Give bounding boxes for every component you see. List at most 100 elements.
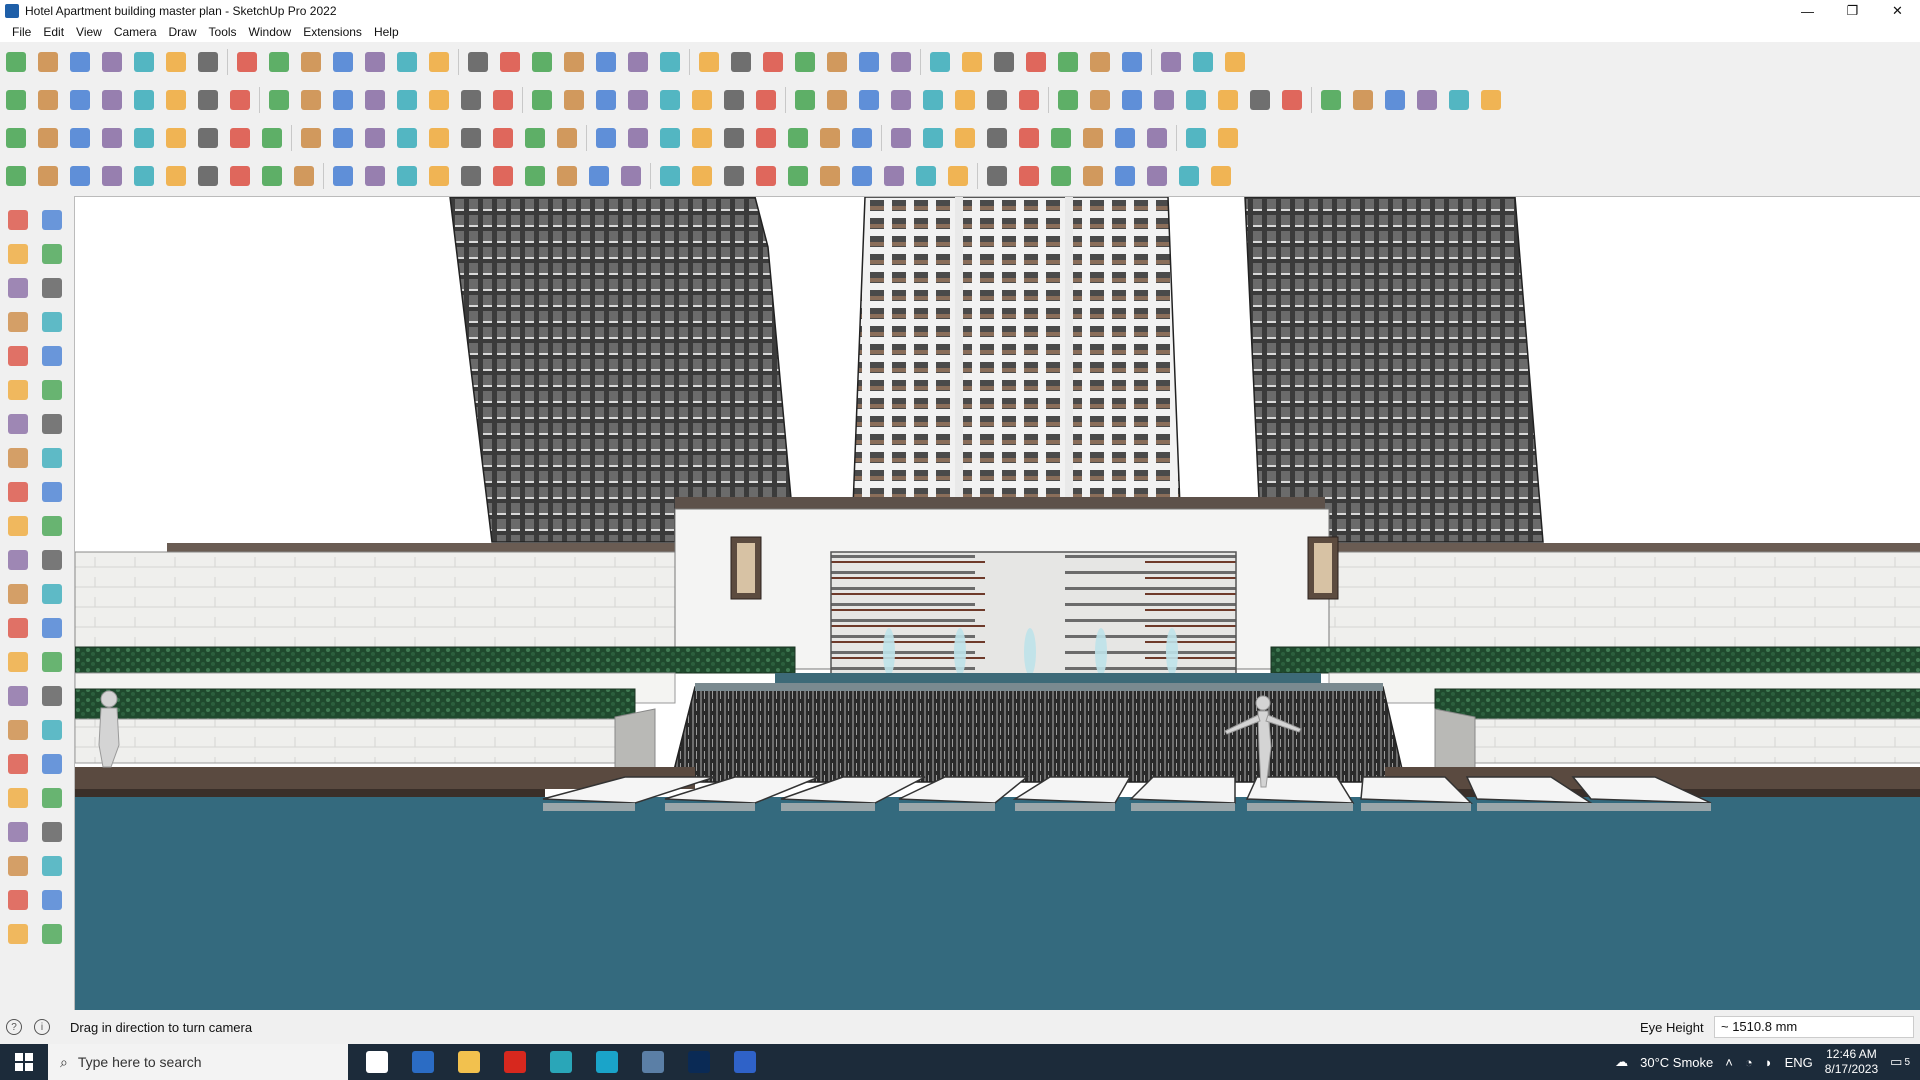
palette-tool-button[interactable]	[4, 682, 32, 710]
toolbar2-tool-button[interactable]	[1477, 86, 1505, 114]
toolbar2-tool-button[interactable]	[1381, 86, 1409, 114]
toolbar1-tool-button[interactable]	[592, 48, 620, 76]
toolbar4-tool-button[interactable]	[329, 162, 357, 190]
toolbar1-tool-button[interactable]	[361, 48, 389, 76]
palette-tool-button[interactable]	[38, 240, 66, 268]
toolbar4-tool-button[interactable]	[617, 162, 645, 190]
toolbar4-tool-button[interactable]	[553, 162, 581, 190]
menu-tools[interactable]: Tools	[203, 22, 243, 42]
toolbar1-tool-button[interactable]	[265, 48, 293, 76]
toolbar1-tool-button[interactable]	[624, 48, 652, 76]
palette-tool-button[interactable]	[4, 342, 32, 370]
palette-tool-button[interactable]	[4, 648, 32, 676]
toolbar4-tool-button[interactable]	[290, 162, 318, 190]
toolbar1-tool-button[interactable]	[855, 48, 883, 76]
palette-tool-button[interactable]	[38, 342, 66, 370]
palette-tool-button[interactable]	[4, 784, 32, 812]
toolbar4-tool-button[interactable]	[226, 162, 254, 190]
toolbar1-tool-button[interactable]	[528, 48, 556, 76]
toolbar4-tool-button[interactable]	[521, 162, 549, 190]
toolbar4-tool-button[interactable]	[585, 162, 613, 190]
toolbar1-tool-button[interactable]	[759, 48, 787, 76]
toolbar3-tool-button[interactable]	[194, 124, 222, 152]
toolbar4-tool-button[interactable]	[489, 162, 517, 190]
toolbar3-tool-button[interactable]	[457, 124, 485, 152]
toolbar3-tool-button[interactable]	[130, 124, 158, 152]
toolbar4-tool-button[interactable]	[656, 162, 684, 190]
toolbar4-tool-button[interactable]	[1047, 162, 1075, 190]
toolbar2-tool-button[interactable]	[1445, 86, 1473, 114]
toolbar4-tool-button[interactable]	[194, 162, 222, 190]
toolbar1-tool-button[interactable]	[464, 48, 492, 76]
palette-tool-button[interactable]	[38, 444, 66, 472]
geolocation-icon[interactable]: ?	[6, 1019, 22, 1035]
notifications-icon[interactable]: ▭ 5	[1890, 1054, 1910, 1070]
toolbar2-tool-button[interactable]	[823, 86, 851, 114]
toolbar2-tool-button[interactable]	[457, 86, 485, 114]
calculator-button[interactable]	[400, 1044, 446, 1080]
toolbar1-tool-button[interactable]	[823, 48, 851, 76]
toolbar3-tool-button[interactable]	[34, 124, 62, 152]
toolbar2-tool-button[interactable]	[329, 86, 357, 114]
toolbar1-tool-button[interactable]	[926, 48, 954, 76]
file-explorer-button[interactable]	[446, 1044, 492, 1080]
toolbar3-tool-button[interactable]	[361, 124, 389, 152]
toolbar3-tool-button[interactable]	[66, 124, 94, 152]
palette-tool-button[interactable]	[38, 376, 66, 404]
toolbar2-tool-button[interactable]	[130, 86, 158, 114]
toolbar1-tool-button[interactable]	[2, 48, 30, 76]
toolbar2-tool-button[interactable]	[887, 86, 915, 114]
toolbar2-tool-button[interactable]	[1246, 86, 1274, 114]
toolbar2-tool-button[interactable]	[194, 86, 222, 114]
close-button[interactable]: ✕	[1875, 0, 1920, 22]
toolbar3-tool-button[interactable]	[887, 124, 915, 152]
palette-tool-button[interactable]	[4, 444, 32, 472]
toolbar4-tool-button[interactable]	[1015, 162, 1043, 190]
toolbar1-tool-button[interactable]	[656, 48, 684, 76]
palette-tool-button[interactable]	[38, 648, 66, 676]
palette-tool-button[interactable]	[38, 580, 66, 608]
toolbar4-tool-button[interactable]	[162, 162, 190, 190]
menu-view[interactable]: View	[70, 22, 108, 42]
palette-tool-button[interactable]	[4, 410, 32, 438]
palette-tool-button[interactable]	[38, 682, 66, 710]
toolbar1-tool-button[interactable]	[1118, 48, 1146, 76]
toolbar2-tool-button[interactable]	[656, 86, 684, 114]
info-icon[interactable]: i	[34, 1019, 50, 1035]
toolbar2-tool-button[interactable]	[98, 86, 126, 114]
toolbar3-tool-button[interactable]	[848, 124, 876, 152]
toolbar1-tool-button[interactable]	[1054, 48, 1082, 76]
toolbar2-tool-button[interactable]	[1150, 86, 1178, 114]
snipping-tool-button[interactable]	[630, 1044, 676, 1080]
toolbar1-tool-button[interactable]	[98, 48, 126, 76]
toolbar3-tool-button[interactable]	[656, 124, 684, 152]
toolbar4-tool-button[interactable]	[752, 162, 780, 190]
toolbar4-tool-button[interactable]	[1111, 162, 1139, 190]
toolbar1-tool-button[interactable]	[66, 48, 94, 76]
toolbar3-tool-button[interactable]	[816, 124, 844, 152]
toolbar4-tool-button[interactable]	[1175, 162, 1203, 190]
toolbar4-tool-button[interactable]	[784, 162, 812, 190]
toolbar3-tool-button[interactable]	[162, 124, 190, 152]
clock[interactable]: 12:46 AM 8/17/2023	[1825, 1047, 1878, 1077]
toolbar3-tool-button[interactable]	[329, 124, 357, 152]
toolbar1-tool-button[interactable]	[1189, 48, 1217, 76]
toolbar3-tool-button[interactable]	[393, 124, 421, 152]
menu-camera[interactable]: Camera	[108, 22, 163, 42]
toolbar4-tool-button[interactable]	[425, 162, 453, 190]
palette-tool-button[interactable]	[38, 478, 66, 506]
palette-tool-button[interactable]	[38, 852, 66, 880]
palette-tool-button[interactable]	[4, 852, 32, 880]
toolbar3-tool-button[interactable]	[1079, 124, 1107, 152]
toolbar1-tool-button[interactable]	[233, 48, 261, 76]
toolbar2-tool-button[interactable]	[34, 86, 62, 114]
toolbar4-tool-button[interactable]	[34, 162, 62, 190]
palette-tool-button[interactable]	[4, 886, 32, 914]
toolbar2-tool-button[interactable]	[2, 86, 30, 114]
start-button[interactable]	[0, 1044, 48, 1080]
palette-tool-button[interactable]	[38, 750, 66, 778]
toolbar2-tool-button[interactable]	[162, 86, 190, 114]
toolbar2-tool-button[interactable]	[265, 86, 293, 114]
toolbar1-tool-button[interactable]	[1022, 48, 1050, 76]
toolbar3-tool-button[interactable]	[1214, 124, 1242, 152]
